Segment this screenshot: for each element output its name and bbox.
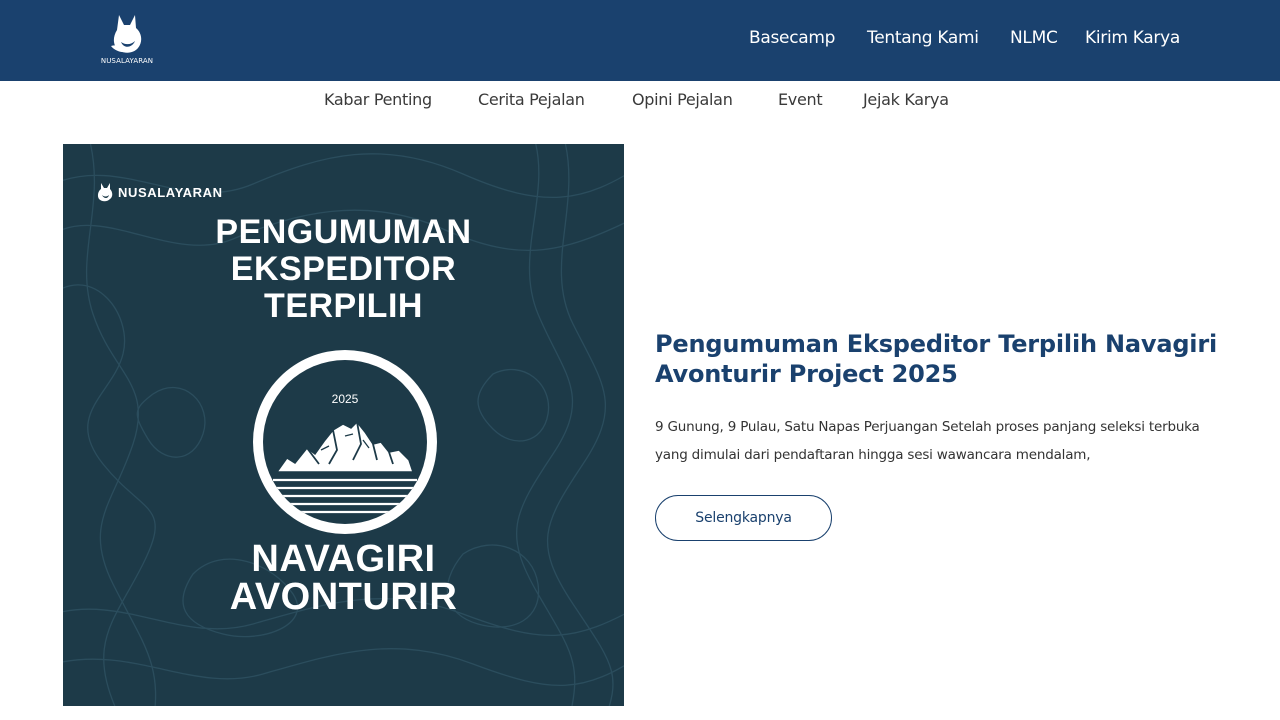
category-cerita-pejalan[interactable]: Cerita Pejalan xyxy=(478,90,585,109)
fox-icon xyxy=(97,183,113,202)
nav-kirim-karya[interactable]: Kirim Karya xyxy=(1085,28,1180,48)
poster-title-line: EKSPEDITOR xyxy=(230,250,457,288)
category-event[interactable]: Event xyxy=(778,90,823,109)
logo-text: NUSALAYARAN xyxy=(100,57,154,65)
category-kabar-penting[interactable]: Kabar Penting xyxy=(324,90,432,109)
poster-name-line: AVONTURIR xyxy=(229,576,458,618)
site-header: NUSALAYARAN Basecamp Tentang Kami NLMC K… xyxy=(0,0,1280,81)
badge-inner: 2025 xyxy=(263,360,427,524)
category-nav: Kabar Penting Cerita Pejalan Opini Pejal… xyxy=(0,90,1280,114)
read-more-button[interactable]: Selengkapnya xyxy=(655,495,832,541)
article-excerpt: 9 Gunung, 9 Pulau, Satu Napas Perjuangan… xyxy=(655,419,1200,463)
poster-name-line: NAVAGIRI xyxy=(251,538,436,580)
poster-title-line: TERPILIH xyxy=(264,287,423,325)
poster-title: PENGUMUMAN EKSPEDITOR TERPILIH xyxy=(63,214,624,325)
article-title[interactable]: Pengumuman Ekspeditor Terpilih Navagiri … xyxy=(655,329,1225,389)
mountain-illustration xyxy=(273,420,417,514)
nav-tentang-kami[interactable]: Tentang Kami xyxy=(867,28,979,48)
featured-image[interactable]: NUSALAYARAN PENGUMUMAN EKSPEDITOR TERPIL… xyxy=(63,144,624,706)
poster-brand-text: NUSALAYARAN xyxy=(118,184,223,200)
category-opini-pejalan[interactable]: Opini Pejalan xyxy=(632,90,733,109)
poster-brand: NUSALAYARAN xyxy=(97,181,223,203)
main-nav: Basecamp Tentang Kami NLMC Kirim Karya xyxy=(0,28,1280,54)
poster-name: NAVAGIRI AVONTURIR xyxy=(63,540,624,616)
nav-basecamp[interactable]: Basecamp xyxy=(749,28,835,48)
category-jejak-karya[interactable]: Jejak Karya xyxy=(863,90,949,109)
poster-badge: 2025 xyxy=(253,350,437,534)
nav-nlmc[interactable]: NLMC xyxy=(1010,28,1058,48)
poster-title-line: PENGUMUMAN xyxy=(215,213,472,251)
